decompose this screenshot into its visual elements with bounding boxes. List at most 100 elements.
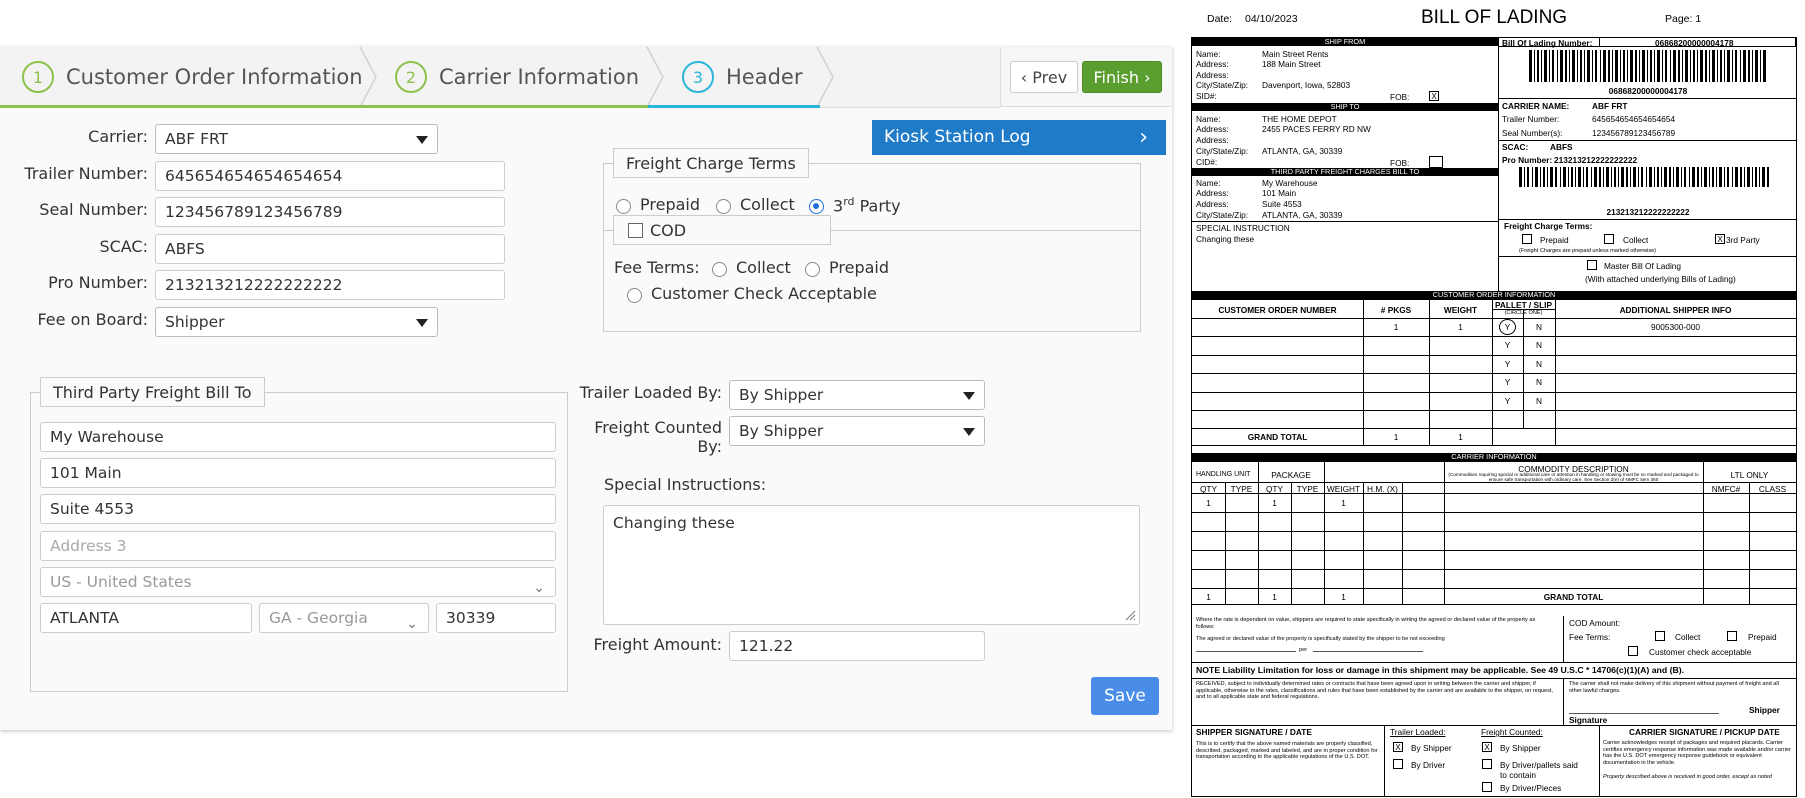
third-party-country-select[interactable]: US - United States ⌄ bbox=[40, 567, 556, 597]
cod-collect-label: Collect bbox=[1675, 632, 1701, 642]
ci-col-rule bbox=[1324, 462, 1325, 482]
scac-label: SCAC: bbox=[99, 237, 148, 256]
freight-amount-label: Freight Amount: bbox=[593, 635, 722, 654]
rule bbox=[1563, 678, 1564, 725]
ci-rule bbox=[1192, 482, 1796, 483]
bol-page: Page: 1 bbox=[1665, 13, 1702, 25]
coi-col-info: ADDITIONAL SHIPPER INFO bbox=[1619, 305, 1732, 315]
special-instructions-textarea[interactable]: Changing these bbox=[603, 505, 1140, 625]
fee-on-board-select[interactable]: Shipper bbox=[155, 307, 438, 337]
kiosk-station-log-button[interactable]: Kiosk Station Log › bbox=[872, 120, 1166, 155]
coi-y: Y bbox=[1504, 396, 1511, 406]
coi-col-pkgs: # PKGS bbox=[1380, 305, 1412, 315]
st-fob-checkbox bbox=[1429, 156, 1443, 168]
ci-row-rule bbox=[1192, 512, 1796, 513]
barcode-icon bbox=[1529, 50, 1766, 82]
cod-collect-radio[interactable] bbox=[712, 262, 727, 277]
fct-note: (Freight Charges are prepaid unless mark… bbox=[1519, 248, 1657, 254]
step-divider-icon bbox=[646, 47, 664, 107]
pro-number-input[interactable]: 213213212222222222 bbox=[155, 270, 505, 300]
barcode-icon bbox=[1519, 167, 1769, 187]
cod-prepaid-radio[interactable] bbox=[805, 262, 820, 277]
prev-button[interactable]: ‹ Prev bbox=[1010, 61, 1078, 93]
wizard-step-customer-order[interactable]: 1 Customer Order Information bbox=[22, 47, 363, 107]
third-party-zip-input[interactable]: 30339 bbox=[436, 603, 556, 633]
coi-row-rule bbox=[1192, 336, 1796, 337]
ci-weight: WEIGHT bbox=[1326, 484, 1361, 494]
step-number: 2 bbox=[395, 61, 427, 93]
fee-on-board-value: Shipper bbox=[165, 313, 225, 331]
third-party-address3-input[interactable]: Address 3 bbox=[40, 531, 556, 561]
third-party-radio[interactable] bbox=[809, 199, 824, 214]
freight-counted-by-select[interactable]: By Shipper bbox=[729, 416, 985, 446]
coi-header: CUSTOMER ORDER INFORMATION bbox=[1192, 291, 1796, 300]
third-party-state-select[interactable]: GA - Georgia ⌄ bbox=[259, 603, 429, 633]
carrier-select[interactable]: ABF FRT bbox=[155, 124, 438, 154]
ci-col-rule bbox=[1291, 482, 1292, 604]
st-address-label: Address: bbox=[1196, 124, 1229, 134]
ci-handling-unit: HANDLING UNIT bbox=[1196, 471, 1251, 478]
scac-value: ABFS bbox=[1550, 142, 1573, 152]
third-party-city-input[interactable]: ATLANTA bbox=[40, 603, 252, 633]
cod-fee-terms-label: Fee Terms: bbox=[1569, 632, 1611, 642]
customer-check-radio[interactable] bbox=[627, 288, 642, 303]
wizard-nav-area: ‹ Prev Finish › bbox=[1000, 47, 1172, 107]
scac-input[interactable]: ABFS bbox=[155, 234, 505, 264]
received-text: RECEIVED, subject to individually determ… bbox=[1196, 681, 1553, 700]
coi-row-rule bbox=[1192, 428, 1796, 429]
step-divider-icon bbox=[359, 47, 377, 107]
ci-total-hqty: 1 bbox=[1206, 592, 1211, 602]
value-per: per bbox=[1299, 647, 1308, 653]
resize-handle-icon[interactable] bbox=[1124, 609, 1136, 621]
pro-label: Pro Number: bbox=[1502, 155, 1553, 165]
fc-driver-pallets-checkbox bbox=[1482, 759, 1492, 769]
ci-hm: H.M. (X) bbox=[1367, 484, 1398, 494]
freight-counted-by-label: Freight Counted By: bbox=[560, 418, 722, 456]
third-party-name-input[interactable]: My Warehouse bbox=[40, 422, 556, 452]
ci-header: CARRIER INFORMATION bbox=[1192, 453, 1796, 462]
shipper-sig-text: This is to certify that the above named … bbox=[1196, 741, 1378, 760]
coi-col-circle: (CIRCLE ONE) bbox=[1504, 310, 1543, 316]
cod-checkbox[interactable] bbox=[628, 223, 643, 238]
seal-number-input[interactable]: 123456789123456789 bbox=[155, 197, 505, 227]
third-party-ordinal: rd bbox=[843, 195, 855, 208]
third-party-address2-input[interactable]: Suite 4553 bbox=[40, 494, 556, 524]
collect-radio[interactable] bbox=[716, 199, 731, 214]
step-active-underline bbox=[648, 105, 820, 108]
trailer-number-input[interactable]: 645654654654654654 bbox=[155, 161, 505, 191]
chevron-down-icon: ⌄ bbox=[533, 580, 545, 596]
trailer-number-label: Trailer Number: bbox=[24, 164, 148, 183]
freight-amount-input[interactable]: 121.22 bbox=[729, 631, 985, 661]
freight-counted-label-line1: Freight Counted bbox=[594, 418, 722, 437]
rule bbox=[1192, 221, 1498, 222]
save-button[interactable]: Save bbox=[1091, 677, 1159, 715]
st-address2-label: Address: bbox=[1196, 135, 1229, 145]
finish-button[interactable]: Finish › bbox=[1082, 61, 1162, 93]
circle-selection-mark bbox=[1499, 319, 1516, 335]
master-bol-checkbox bbox=[1587, 260, 1597, 270]
cod-check-label: Customer check acceptable bbox=[1649, 647, 1752, 657]
sf-name: Main Street Rents bbox=[1262, 49, 1329, 59]
wizard-step-header[interactable]: 3 Header bbox=[682, 47, 802, 107]
fc-driver-pieces-checkbox bbox=[1482, 782, 1492, 792]
wizard-step-carrier-information[interactable]: 2 Carrier Information bbox=[395, 47, 639, 107]
prepaid-radio[interactable] bbox=[616, 199, 631, 214]
sf-fob-label: FOB: bbox=[1390, 92, 1410, 102]
ci-row-rule bbox=[1192, 531, 1796, 532]
dropdown-arrow-icon bbox=[963, 392, 975, 400]
third-party-address1-input[interactable]: 101 Main bbox=[40, 458, 556, 488]
ci-col-rule bbox=[1749, 482, 1750, 604]
third-party-number: 3 bbox=[833, 196, 844, 216]
tp-name-label: Name: bbox=[1196, 178, 1221, 188]
trailer-loaded-by-select[interactable]: By Shipper bbox=[729, 380, 985, 410]
master-bol-note: (With attached underlying Bills of Ladin… bbox=[1585, 274, 1736, 284]
cod-collect-label: Collect bbox=[736, 258, 791, 277]
carrier-name: ABF FRT bbox=[1592, 101, 1628, 111]
seal-label: Seal Number(s): bbox=[1502, 128, 1563, 138]
scac-label: SCAC: bbox=[1502, 142, 1529, 152]
bol-date-label: Date: bbox=[1207, 13, 1233, 25]
cod-prepaid-checkbox bbox=[1727, 631, 1737, 641]
coi-n: N bbox=[1536, 377, 1542, 387]
trailer-loaded-by-label: Trailer Loaded By: bbox=[579, 383, 722, 402]
carrier-sig-label: CARRIER SIGNATURE / PICKUP DATE bbox=[1629, 727, 1780, 737]
